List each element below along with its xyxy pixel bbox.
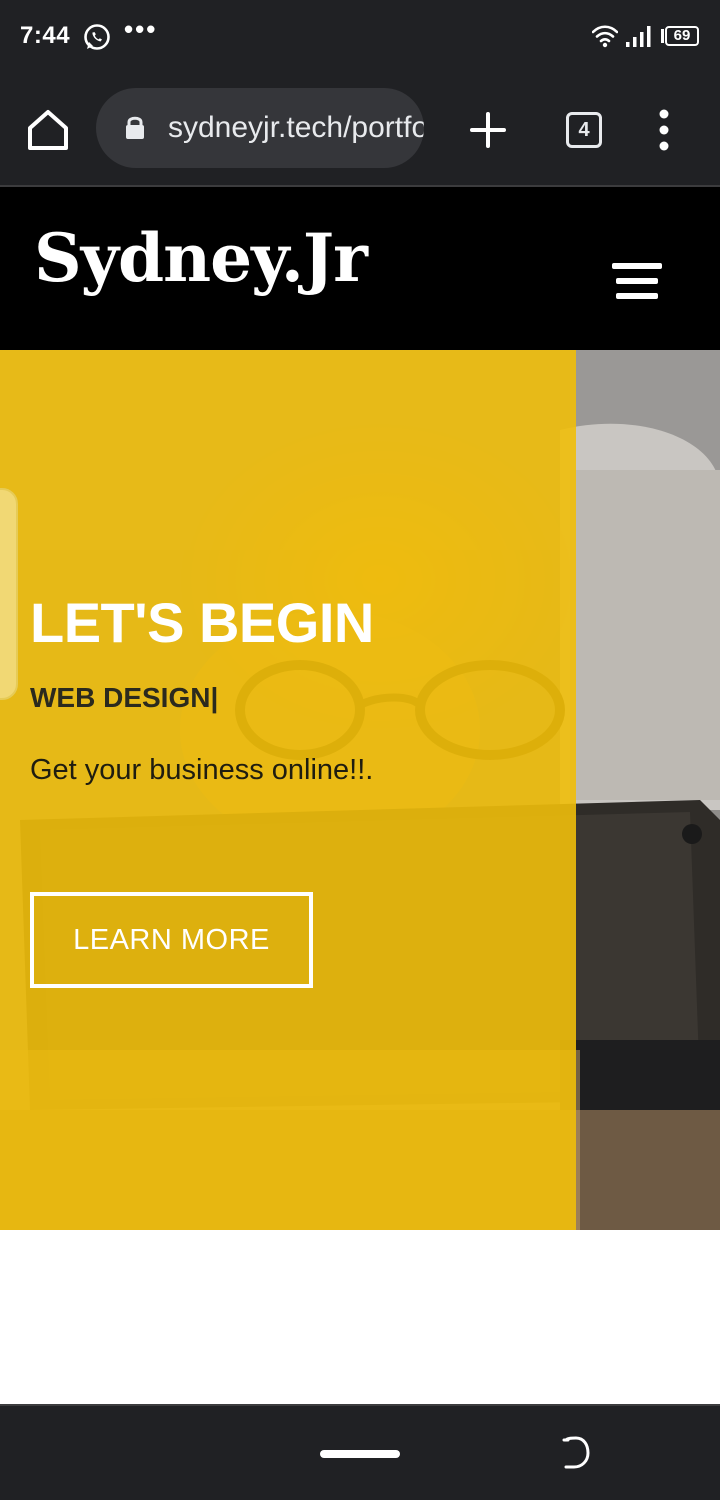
site-logo[interactable]: Sydney.Jr xyxy=(34,219,368,297)
plus-icon[interactable] xyxy=(466,108,510,152)
learn-more-button[interactable]: LEARN MORE xyxy=(30,892,313,988)
tab-switcher-button[interactable]: 4 xyxy=(566,112,602,148)
system-nav-bar xyxy=(0,1404,720,1500)
signal-icon xyxy=(626,26,651,47)
battery-level: 69 xyxy=(673,27,691,44)
hero-title: LET'S BEGIN xyxy=(30,591,374,654)
url-text[interactable]: sydneyjr.tech/portfolio xyxy=(168,110,424,146)
hamburger-icon[interactable] xyxy=(612,263,662,299)
hero-subtitle: WEB DESIGN| xyxy=(30,682,219,713)
lock-icon xyxy=(126,116,144,139)
site-header: Sydney.Jr xyxy=(0,187,720,350)
hero-section: LET'S BEGIN WEB DESIGN| Get your busines… xyxy=(0,350,720,1230)
wifi-icon xyxy=(592,25,618,48)
notification-dots: ••• xyxy=(124,14,158,44)
status-bar: 7:44 ••• 69 xyxy=(0,0,720,72)
overflow-menu-icon[interactable] xyxy=(648,106,680,154)
phone-screen: 7:44 ••• 69 sydneyjr.tech/portfo 4 Sydne… xyxy=(0,0,720,1500)
hero-overlay xyxy=(0,350,576,1230)
browser-toolbar: sydneyjr.tech/portfolio 4 xyxy=(0,72,720,187)
hero-tagline: Get your business online!!. xyxy=(30,754,374,786)
address-bar[interactable]: sydneyjr.tech/portfolio xyxy=(96,88,424,168)
home-icon[interactable] xyxy=(22,104,74,156)
back-gesture-icon[interactable] xyxy=(560,1436,592,1470)
side-panel-handle[interactable] xyxy=(0,488,18,700)
status-time: 7:44 xyxy=(20,22,71,49)
home-gesture-bar[interactable] xyxy=(320,1450,400,1458)
whatsapp-icon xyxy=(84,24,110,50)
